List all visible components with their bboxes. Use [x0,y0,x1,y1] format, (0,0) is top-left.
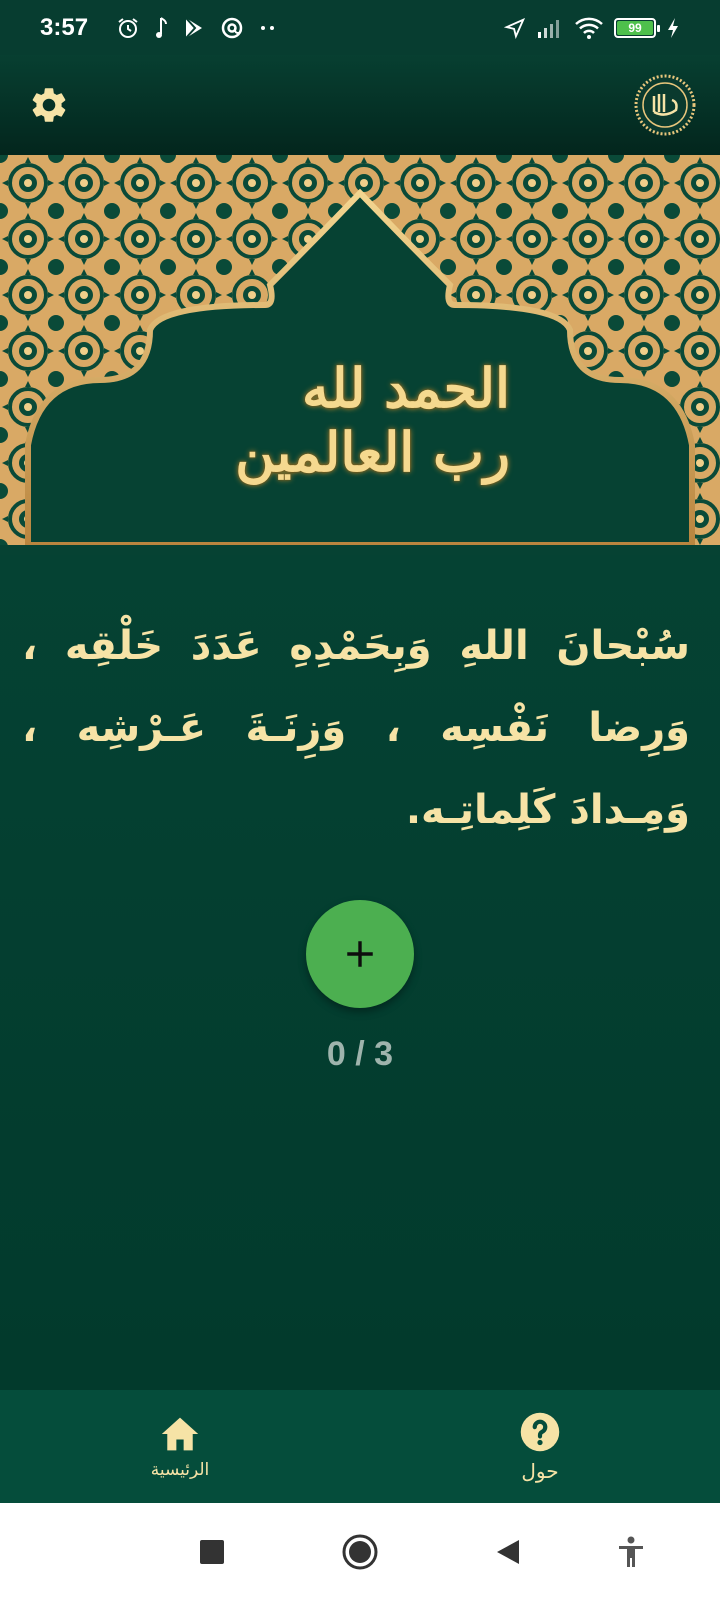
more-dots-icon [258,16,278,40]
location-arrow-icon [504,17,526,39]
dhikr-text: سُبْحانَ اللهِ وَبِحَمْدِهِ عَدَدَ خَلْق… [22,623,690,833]
back-triangle-icon [497,1540,519,1564]
signal-icon [536,17,564,39]
alarm-icon [116,16,140,40]
settings-button[interactable] [24,80,74,130]
plus-icon [347,941,373,967]
accessibility-button[interactable] [613,1534,649,1570]
recents-square-icon [200,1540,224,1564]
back-button[interactable] [490,1534,526,1570]
main-content: سُبْحانَ اللهِ وَبِحَمْدِهِ عَدَدَ خَلْق… [0,555,720,1390]
hero-banner: الحمد لله رب العالمين [0,155,720,555]
nav-item-home[interactable]: الرئيسية [0,1390,360,1503]
home-circle-icon [342,1534,378,1570]
nav-item-about[interactable]: حول [360,1390,720,1503]
screen: 3:57 99 الحمد لله رب العالمين سُبْحانَ ا… [0,0,720,1600]
help-circle-icon [520,1412,560,1451]
at-sign-icon [220,16,244,40]
counter-display: 0 / 3 [326,1035,394,1073]
app-bar [0,55,720,155]
status-bar: 3:57 99 [0,0,720,55]
home-icon [161,1417,199,1450]
recents-button[interactable] [194,1534,230,1570]
status-time: 3:57 [40,13,89,41]
music-note-icon [154,16,168,40]
nav-label-home: الرئيسية [150,1459,210,1480]
system-home-button[interactable] [340,1532,380,1572]
accessibility-icon [619,1536,643,1567]
gear-icon [32,88,66,122]
increment-button[interactable] [306,900,414,1008]
status-right: 99 [504,16,680,40]
nav-label-about: حول [521,1458,559,1483]
play-store-icon [182,16,206,40]
wifi-icon [574,16,604,40]
allah-calligraphy-logo [634,74,696,136]
hero-calligraphy: الحمد لله رب العالمين [235,356,510,484]
charging-icon [666,17,680,39]
battery-level: 99 [617,20,653,35]
system-nav-bar [0,1503,720,1600]
bottom-nav: الرئيسية حول [0,1390,720,1503]
battery-icon: 99 [614,17,660,38]
status-left: 3:57 [40,14,278,42]
